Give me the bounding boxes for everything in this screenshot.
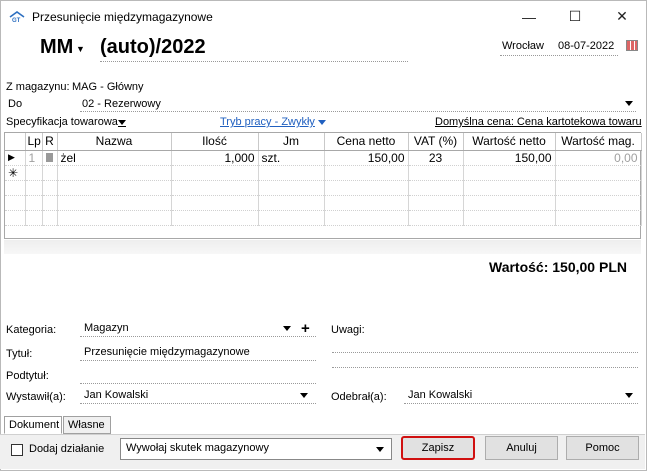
notes-field[interactable] — [332, 352, 638, 353]
empty-row — [5, 210, 642, 226]
add-category-button[interactable]: + — [301, 320, 310, 337]
grid-header-row: Lp R Nazwa Ilość Jm Cena netto VAT (%) W… — [5, 133, 642, 151]
cell-qty[interactable]: 1,000 — [171, 150, 259, 166]
divider — [100, 61, 408, 62]
items-grid[interactable]: Lp R Nazwa Ilość Jm Cena netto VAT (%) W… — [4, 132, 642, 239]
chevron-down-icon[interactable] — [625, 393, 633, 398]
received-by-select[interactable]: Jan Kowalski — [408, 389, 472, 401]
doc-number-field[interactable]: (auto)/2022 — [100, 36, 206, 59]
chevron-down-icon[interactable] — [283, 326, 291, 331]
chevron-down-icon[interactable] — [318, 120, 326, 125]
maximize-button[interactable]: ☐ — [552, 1, 598, 32]
column-header[interactable]: Wartość mag. — [555, 133, 642, 151]
total-value: Wartość: 150,00 PLN — [489, 259, 627, 275]
minimize-button[interactable]: — — [506, 1, 552, 32]
cell-vat[interactable]: 23 — [408, 150, 464, 166]
column-header[interactable]: Lp — [25, 133, 43, 151]
chevron-down-icon[interactable] — [625, 101, 633, 106]
chevron-down-icon[interactable]: ▼ — [76, 44, 85, 54]
cell-unit[interactable]: szt. — [258, 150, 325, 166]
action-combo[interactable]: Wywołaj skutek magazynowy — [120, 438, 392, 460]
divider — [404, 403, 638, 404]
row-marker: ▶ — [5, 150, 26, 166]
help-button[interactable]: Pomoc — [566, 436, 639, 460]
cell-name[interactable]: żel — [57, 150, 172, 166]
divider — [332, 367, 638, 368]
empty-row — [5, 195, 642, 211]
notes-label: Uwagi: — [331, 324, 365, 336]
add-action-checkbox[interactable] — [11, 444, 23, 456]
column-header[interactable]: R — [42, 133, 58, 151]
chevron-down-icon[interactable] — [118, 120, 126, 125]
save-button-label: Zapisz — [421, 442, 455, 454]
category-select[interactable]: Magazyn — [84, 322, 129, 334]
summary-bar — [4, 240, 641, 254]
cancel-button[interactable]: Anuluj — [485, 436, 558, 460]
cell-r[interactable] — [42, 150, 58, 166]
title-bar[interactable]: GT Przesunięcie międzymagazynowe — ☐ ✕ — [1, 1, 646, 32]
divider — [80, 111, 636, 112]
calendar-icon[interactable] — [626, 40, 638, 51]
column-header[interactable]: Cena netto — [324, 133, 409, 151]
divider — [80, 360, 316, 361]
chevron-down-icon[interactable] — [376, 447, 384, 452]
divider — [80, 336, 316, 337]
column-header[interactable]: Jm — [258, 133, 325, 151]
app-icon: GT — [9, 11, 25, 23]
tab-dokument[interactable]: Dokument — [4, 416, 62, 434]
add-action-label[interactable]: Dodaj działanie — [29, 443, 104, 455]
action-combo-value: Wywołaj skutek magazynowy — [126, 442, 269, 454]
divider — [118, 126, 126, 127]
default-price-link[interactable]: Domyślna cena: Cena kartotekowa towaru — [435, 116, 642, 128]
cell-lp: 1 — [25, 150, 43, 166]
new-row-marker: ✳ — [5, 165, 26, 181]
column-header[interactable]: VAT (%) — [408, 133, 464, 151]
close-button[interactable]: ✕ — [599, 1, 645, 32]
mode-link[interactable]: Tryb pracy - Zwykły — [220, 116, 315, 128]
subtitle-field[interactable] — [80, 383, 316, 384]
category-label: Kategoria: — [6, 324, 57, 336]
date-field[interactable]: 08-07-2022 — [558, 40, 614, 52]
divider — [500, 55, 618, 56]
cell-net[interactable]: 150,00 — [463, 150, 556, 166]
issued-by-label: Wystawił(a): — [6, 391, 66, 403]
title-label: Tytuł: — [6, 348, 33, 360]
column-header[interactable]: Ilość — [171, 133, 259, 151]
empty-row — [5, 180, 642, 196]
cell-price[interactable]: 150,00 — [324, 150, 409, 166]
svg-text:GT: GT — [12, 18, 21, 23]
column-header[interactable]: Wartość netto — [463, 133, 556, 151]
divider — [80, 403, 316, 404]
to-warehouse-select[interactable]: 02 - Rezerwowy — [82, 98, 161, 110]
save-button[interactable]: Zapisz — [401, 436, 475, 460]
to-warehouse-label: Do — [8, 98, 23, 110]
window-title: Przesunięcie międzymagazynowe — [32, 10, 213, 24]
doc-type-selector[interactable]: MM — [40, 36, 73, 59]
new-row[interactable]: ✳ — [5, 165, 642, 181]
place-field[interactable]: Wrocław — [502, 40, 544, 52]
chevron-down-icon[interactable] — [300, 393, 308, 398]
title-field[interactable]: Przesunięcie międzymagazynowe — [84, 346, 250, 358]
cell-mag: 0,00 — [555, 150, 642, 166]
spec-label[interactable]: Specyfikacja towarowa — [6, 116, 118, 128]
tab-wlasne[interactable]: Własne — [63, 416, 111, 434]
from-warehouse-value: MAG - Główny — [72, 81, 144, 93]
row-indicator-header — [5, 133, 26, 151]
from-warehouse-label: Z magazynu: — [6, 81, 70, 93]
subtitle-label: Podtytuł: — [6, 370, 49, 382]
table-row[interactable]: ▶ 1 żel 1,000 szt. 150,00 23 150,00 0,00 — [5, 150, 642, 166]
column-header[interactable]: Nazwa — [57, 133, 172, 151]
issued-by-select[interactable]: Jan Kowalski — [84, 389, 148, 401]
received-by-label: Odebrał(a): — [331, 391, 387, 403]
